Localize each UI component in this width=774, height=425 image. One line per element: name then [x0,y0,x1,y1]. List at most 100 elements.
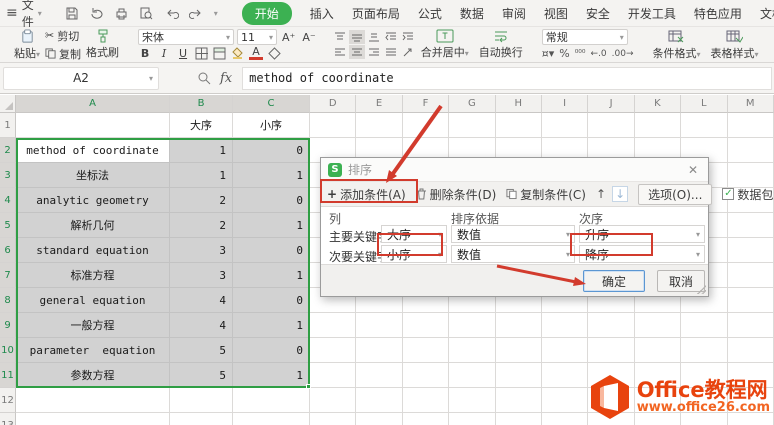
primary-order-select[interactable]: 升序 ▾ [579,225,705,243]
row-header-4[interactable]: 4 [0,188,16,213]
cell-I12[interactable] [541,388,589,413]
copy-condition-button[interactable]: 复制条件(C) [506,186,586,203]
print-preview-icon[interactable] [139,6,154,21]
tab-5[interactable]: 审阅 [502,5,526,22]
comma-style-icon[interactable]: ⁰⁰⁰ [575,49,586,59]
row-header-9[interactable]: 9 [0,313,16,338]
column-header-E[interactable]: E [356,95,403,113]
cell-B1[interactable]: 大序 [170,113,233,138]
primary-basis-select[interactable]: 数值 ▾ [451,225,575,243]
cell-G9[interactable] [449,313,496,338]
underline-button[interactable]: U [176,47,190,60]
resize-grip[interactable] [697,285,706,294]
has-header-checkbox[interactable]: ✓ 数据包含标题(H) [722,186,774,203]
cell-C10[interactable]: 0 [233,338,310,363]
cell-I1[interactable] [541,113,589,138]
cell-D11[interactable] [310,363,357,388]
cell-K10[interactable] [634,338,682,363]
cell-C13[interactable] [233,413,310,425]
cell-G1[interactable] [449,113,496,138]
add-condition-button[interactable]: + 添加条件(A) [327,186,406,203]
cell-F12[interactable] [402,388,450,413]
delete-condition-button[interactable]: 删除条件(D) [416,186,496,203]
tab-9[interactable]: 特色应用 [694,5,742,22]
column-header-B[interactable]: B [170,95,233,113]
row-header-11[interactable]: 11 [0,363,16,388]
row-header-5[interactable]: 5 [0,213,16,238]
undo-icon[interactable] [164,6,179,21]
cell-K1[interactable] [634,113,682,138]
row-header-3[interactable]: 3 [0,163,16,188]
close-icon[interactable]: ✕ [685,163,701,177]
italic-button[interactable]: I [157,47,171,60]
align-middle-icon[interactable] [348,30,365,44]
row-header-8[interactable]: 8 [0,288,16,313]
secondary-basis-select[interactable]: 数值 ▾ [451,245,575,263]
cell-C9[interactable]: 1 [233,313,310,338]
cell-F13[interactable] [403,413,450,425]
print-icon[interactable] [114,6,129,21]
column-header-M[interactable]: M [727,95,774,113]
cell-C6[interactable]: 0 [233,238,310,263]
cell-G13[interactable] [449,413,496,425]
cell-B12[interactable] [170,388,233,413]
borders-icon[interactable] [195,47,209,60]
cell-A6[interactable]: standard equation [16,238,170,263]
cell-B4[interactable]: 2 [170,188,233,213]
save-icon[interactable] [64,6,79,21]
align-left-icon[interactable] [332,45,348,59]
cell-A11[interactable]: 参数方程 [16,363,170,388]
cell-H1[interactable] [495,113,542,138]
cell-E10[interactable] [356,338,403,363]
redo-icon[interactable] [188,6,204,21]
grow-font-icon[interactable]: A⁺ [280,31,297,44]
align-top-icon[interactable] [332,30,348,44]
cell-E13[interactable] [356,413,403,425]
cell-C1[interactable]: 小序 [233,113,310,138]
column-header-D[interactable]: D [310,95,357,113]
row-header-10[interactable]: 10 [0,338,16,363]
cell-B7[interactable]: 3 [170,263,233,288]
move-up-button[interactable]: ↑ [596,187,606,201]
column-header-C[interactable]: C [233,95,310,113]
move-down-button[interactable]: ↓ [612,186,629,202]
cell-C5[interactable]: 1 [233,213,310,238]
cell-E12[interactable] [356,388,403,413]
format-painter-button[interactable]: 格式刷 [81,29,124,60]
wrap-text-button[interactable]: 自动换行 [474,29,528,60]
cell-style-icon[interactable] [213,47,226,60]
cell-B9[interactable]: 4 [170,313,233,338]
cell-M8[interactable] [727,288,774,313]
cell-A7[interactable]: 标准方程 [16,263,170,288]
cell-J1[interactable] [588,113,635,138]
cell-M2[interactable] [727,138,774,163]
cell-E9[interactable] [356,313,403,338]
more-commands-icon[interactable]: ▾ [214,9,218,18]
cell-H11[interactable] [495,363,542,388]
select-all-corner[interactable] [0,95,16,113]
orientation-icon[interactable] [400,45,416,59]
row-header-12[interactable]: 12 [0,388,16,413]
tab-8[interactable]: 开发工具 [628,5,676,22]
cell-G12[interactable] [449,388,496,413]
cell-L9[interactable] [681,313,728,338]
cell-B8[interactable]: 4 [170,288,233,313]
font-color-icon[interactable]: A [249,46,264,60]
cell-A8[interactable]: general equation [16,288,170,313]
highlight-color-icon[interactable] [268,47,281,60]
column-header-I[interactable]: I [541,95,589,113]
cell-H9[interactable] [495,313,542,338]
cell-I10[interactable] [541,338,589,363]
column-header-H[interactable]: H [495,95,542,113]
ok-button[interactable]: 确定 [583,270,645,292]
tab-1[interactable]: 插入 [310,5,334,22]
cell-D1[interactable] [310,113,357,138]
conditional-format-button[interactable]: 条件格式▾ [648,29,706,61]
font-size-select[interactable]: 11 ▾ [237,29,278,45]
formula-input[interactable]: method of coordinate [242,66,772,90]
tab-7[interactable]: 安全 [586,5,610,22]
column-header-A[interactable]: A [16,95,170,113]
decrease-decimal-icon[interactable]: .00→ [612,49,634,59]
increase-indent-icon[interactable] [400,30,416,44]
column-header-K[interactable]: K [634,95,682,113]
